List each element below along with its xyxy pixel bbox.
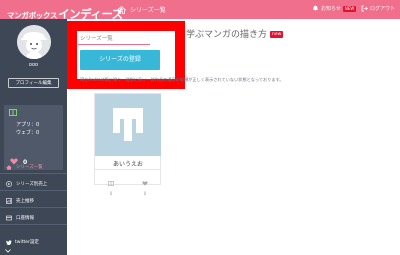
- home-icon: [6, 164, 12, 170]
- notice-link[interactable]: お知らせ NEW: [312, 5, 357, 12]
- android-notice-text: 現在Android版に限り、縦型に長い一部作品の漫画の縦横が正しく表示されていな…: [80, 77, 284, 82]
- sidebar-item-label: シリーズ一覧: [16, 165, 43, 170]
- user-avatar-icon: [17, 25, 51, 59]
- card-likes: 0: [137, 171, 153, 196]
- series-title: あいうえお: [112, 161, 143, 168]
- sidebar: ooo プロフィール編集 アプリ：0 ウェブ：0 0 シリーズ一覧 シリーズ別売…: [0, 19, 67, 255]
- card-views: 0: [103, 171, 119, 196]
- nav-divider: [0, 207, 67, 208]
- series-card[interactable]: あいうえお 0 0: [94, 93, 161, 196]
- sidebar-item-label: 口座情報: [16, 216, 34, 221]
- edit-profile-button[interactable]: プロフィール編集: [8, 78, 59, 88]
- nav-divider: [0, 224, 67, 225]
- card-divider: [95, 169, 161, 170]
- bell-icon: [313, 5, 318, 12]
- card-views-count: 0: [109, 191, 113, 196]
- home-link-label: シリーズ一覧: [130, 7, 166, 14]
- series-thumbnail[interactable]: [95, 94, 161, 156]
- title-new-badge: new: [270, 31, 284, 38]
- app-logo[interactable]: マンガボックスインディーズ: [7, 3, 123, 21]
- sidebar-item-series-list[interactable]: シリーズ一覧: [0, 161, 67, 173]
- twitter-settings-link[interactable]: twitter設定: [6, 239, 39, 245]
- sidebar-item-sales-trend[interactable]: 売上推移: [0, 195, 67, 207]
- app-count: アプリ：0: [16, 121, 39, 128]
- app-count-label: アプリ：: [16, 122, 37, 128]
- home-link[interactable]: シリーズ一覧: [117, 3, 166, 16]
- top-header: マンガボックスインディーズ シリーズ一覧 お知らせ NEW ログアウト: [0, 0, 400, 21]
- nav-divider: [0, 173, 67, 174]
- home-icon: [117, 5, 126, 14]
- page-title-text: 学ぶマンガの描き方: [186, 30, 268, 40]
- web-count-label: ウェブ：: [16, 130, 37, 136]
- book-icon: [108, 181, 114, 186]
- bank-icon: [6, 215, 12, 221]
- username: ooo: [28, 62, 39, 68]
- app-count-value: 0: [36, 122, 40, 128]
- sidebar-item-series-sales[interactable]: シリーズ別売上: [0, 178, 67, 190]
- book-icon: [9, 109, 17, 116]
- sidebar-item-bank-info[interactable]: 口座情報: [0, 212, 67, 224]
- sidebar-item-label: シリーズ別売上: [16, 182, 48, 187]
- logout-icon: [361, 5, 368, 12]
- trend-icon: [6, 198, 12, 204]
- chart-icon: [6, 181, 12, 187]
- web-count: ウェブ：0: [16, 129, 39, 136]
- heart-icon: [142, 181, 148, 186]
- manga-box-logo-icon: [113, 108, 143, 141]
- twitter-settings-label: twitter設定: [15, 240, 39, 245]
- avatar[interactable]: [17, 25, 51, 59]
- web-count-value: 0: [36, 130, 40, 136]
- logout-link[interactable]: ログアウト: [361, 5, 395, 12]
- notice-label: お知らせ: [321, 6, 341, 12]
- page-title[interactable]: 学ぶマンガの描き方 new: [186, 27, 284, 40]
- card-likes-count: 0: [143, 191, 147, 196]
- chevron-down-icon[interactable]: [5, 249, 11, 253]
- sidebar-item-label: 売上推移: [16, 199, 34, 204]
- nav-divider: [0, 190, 67, 191]
- notice-new-badge: NEW: [342, 5, 357, 12]
- logout-label: ログアウト: [370, 6, 396, 12]
- logo-big-text: インディーズ: [58, 7, 123, 21]
- twitter-icon: [6, 239, 12, 245]
